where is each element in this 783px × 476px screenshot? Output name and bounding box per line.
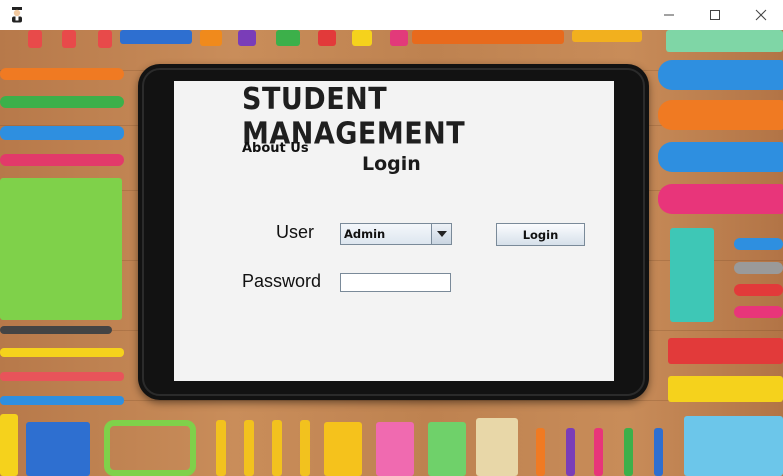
password-label: Password	[242, 271, 322, 291]
maximize-icon	[710, 10, 720, 20]
chevron-down-icon[interactable]	[431, 224, 451, 244]
minimize-button[interactable]	[647, 0, 691, 30]
user-select[interactable]: Admin	[340, 223, 452, 245]
maximize-button[interactable]	[693, 0, 737, 30]
user-label: User	[276, 222, 315, 242]
close-icon	[755, 9, 767, 21]
close-button[interactable]	[739, 0, 783, 30]
student-avatar-icon	[12, 7, 22, 23]
login-button[interactable]: Login	[496, 223, 585, 246]
password-field[interactable]	[340, 273, 451, 292]
login-title: Login	[362, 153, 421, 175]
user-select-value: Admin	[344, 227, 386, 241]
app-window: Student Management About Us Login User A…	[0, 0, 783, 476]
app-heading: Student Management	[242, 82, 466, 152]
about-us-link[interactable]: About Us	[242, 141, 309, 156]
minimize-icon	[664, 14, 674, 16]
title-bar	[0, 0, 783, 30]
